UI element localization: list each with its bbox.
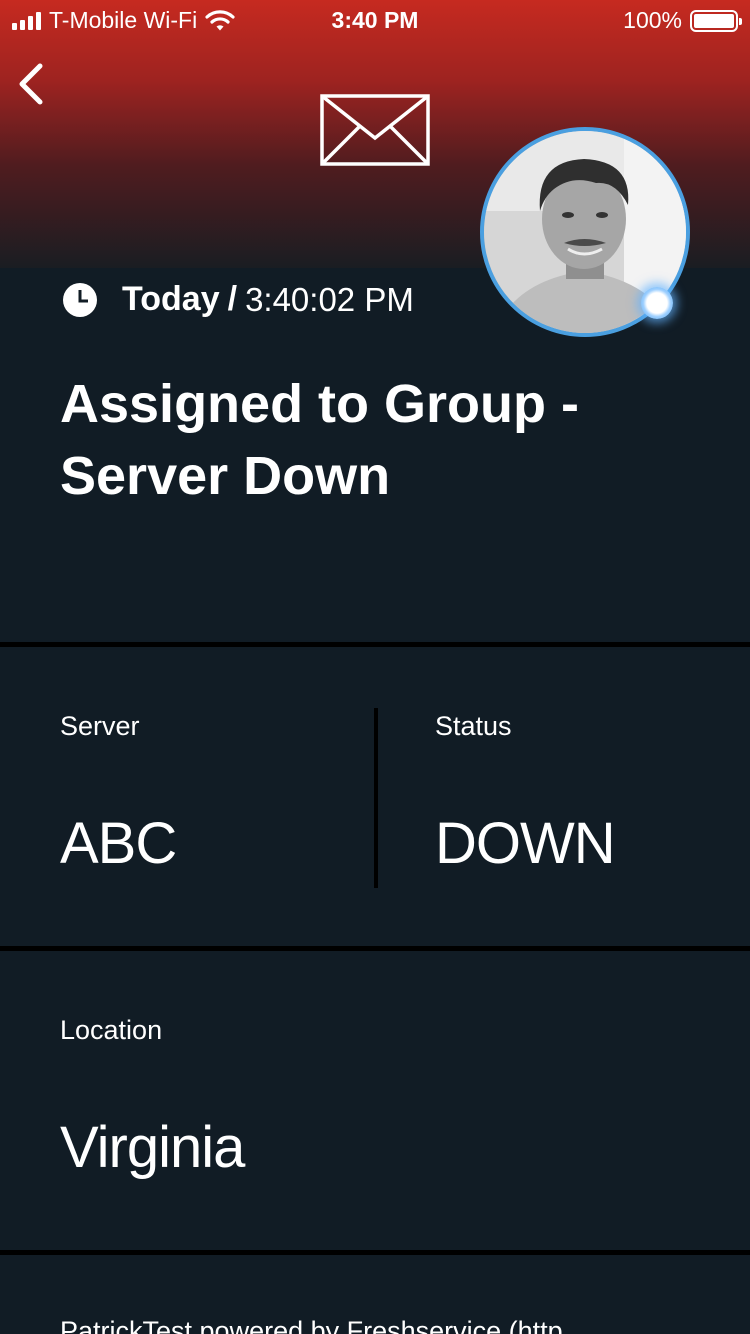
battery-percent: 100% [623,7,682,33]
section-divider [0,1250,750,1255]
status-label: Status [435,711,512,741]
presence-indicator [641,287,673,319]
timestamp-time: 3:40:02 PM [245,280,414,318]
message-title-line1: Assigned to Group - [60,374,579,434]
chevron-left-icon [19,63,43,105]
section-divider [0,642,750,647]
status-value: DOWN [435,811,616,876]
status-bar: T-Mobile Wi-Fi 3:40 PM 100% [0,0,750,40]
server-value: ABC [60,811,177,876]
status-bar-right: 100% [623,7,742,34]
column-divider [374,708,378,888]
back-button[interactable] [14,60,50,108]
envelope-icon [320,94,430,166]
clock-icon [63,282,97,317]
timestamp-day: Today [122,280,220,318]
location-value: Virginia [60,1115,245,1180]
timestamp-row: Today / 3:40:02 PM [62,280,414,319]
server-label: Server [60,711,140,741]
location-label: Location [60,1015,163,1045]
message-title: Assigned to Group - Server Down [60,368,700,512]
timestamp-separator: / [227,280,238,318]
message-title-line2: Server Down [60,446,391,506]
battery-icon [690,9,742,32]
footer-text: PatrickTest powered by Freshservice (htt… [60,1316,563,1334]
screen: T-Mobile Wi-Fi 3:40 PM 100% Today / 3:40… [0,0,750,1334]
section-divider [0,946,750,951]
